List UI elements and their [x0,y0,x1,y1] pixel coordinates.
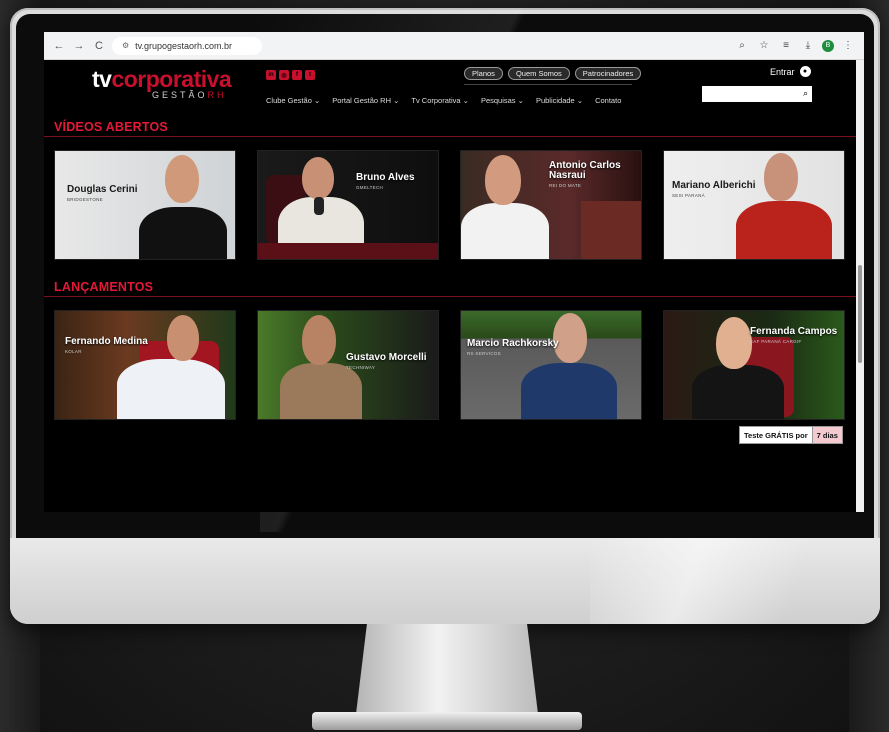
free-trial-badge[interactable]: Teste GRÁTIS por 7 dias [739,426,843,444]
logo-text-tv: tv [92,66,112,92]
video-card-mariano-alberichi[interactable]: Mariano Alberichi SESI PARANÁ [663,150,845,260]
video-presenter-company: EAF PARANÁ CARGIF [750,339,802,344]
video-card-antonio-carlos-nasraui[interactable]: Antonio Carlos Nasraui REI DO MATE [460,150,642,260]
menu-portal-gestao-rh[interactable]: Portal Gestão RH ⌄ [332,96,399,105]
video-presenter-name: Gustavo Morcelli [346,352,427,363]
bookmark-star-icon[interactable]: ☆ [756,40,772,51]
menu-publicidade[interactable]: Publicidade ⌄ [536,96,583,105]
browser-menu-icon[interactable]: ⋮ [840,40,856,51]
site-header: tvcorporativa GESTÃORH in ◎ f t Planos Q… [44,60,864,114]
browser-screen: ← → C ⚙ tv.grupogestaorh.com.br ⌕ ☆ ≡ ⤓ … [44,32,864,512]
video-presenter-name: Bruno Alves [356,172,415,183]
logo-subtitle-rh: RH [207,90,227,100]
profile-avatar[interactable]: B [822,39,834,52]
zoom-icon[interactable]: ⌕ [734,40,750,51]
video-presenter-name: Mariano Alberichi [672,180,756,191]
video-presenter-company: GMELTECH [356,185,384,190]
menu-pesquisas[interactable]: Pesquisas ⌄ [481,96,524,105]
monitor-stand [356,624,538,714]
main-menu: Clube Gestão ⌄ Portal Gestão RH ⌄ Tv Cor… [266,96,621,105]
patrocinadores-link[interactable]: Patrocinadores [574,67,642,80]
free-trial-label: Teste GRÁTIS por [744,430,808,440]
forward-icon[interactable]: → [72,40,86,52]
search-input[interactable]: ⌕ [702,86,812,102]
open-videos-rule [44,136,856,137]
video-card-fernando-medina[interactable]: Fernando Medina KOLAR [54,310,236,420]
quem-somos-link[interactable]: Quem Somos [507,67,570,80]
social-links: in ◎ f t [266,70,315,80]
chin-reflection [590,538,880,624]
free-trial-days: 7 dias [811,427,842,443]
menu-tv-corporativa[interactable]: Tv Corporativa ⌄ [411,96,469,105]
address-bar-url: tv.grupogestaorh.com.br [135,40,233,51]
monitor-stand-base [312,712,582,730]
linkedin-icon[interactable]: in [266,70,276,80]
instagram-icon[interactable]: ◎ [279,70,289,80]
top-links: Planos Quem Somos Patrocinadores [464,67,642,80]
menu-contato[interactable]: Contato [595,96,621,105]
user-icon: ● [799,66,811,77]
reload-icon[interactable]: C [92,40,106,52]
video-card-marcio-rachkorsky[interactable]: Marcio Rachkorsky RS SERVICOS [460,310,642,420]
browser-toolbar: ← → C ⚙ tv.grupogestaorh.com.br ⌕ ☆ ≡ ⤓ … [44,32,864,60]
video-presenter-name: Fernanda Campos [750,326,838,337]
video-presenter-company: REI DO MATE [549,183,582,188]
logo-subtitle-gestao: GESTÃO [152,90,208,100]
login-button[interactable]: Entrar ● [770,66,811,77]
video-card-gustavo-morcelli[interactable]: Gustavo Morcelli TECHNIWAY [257,310,439,420]
planos-link[interactable]: Planos [464,67,503,80]
releases-title: LANÇAMENTOS [54,280,154,294]
video-presenter-name: Marcio Rachkorsky [467,338,559,349]
extensions-icon[interactable]: ≡ [778,40,794,51]
download-icon[interactable]: ⤓ [800,40,816,51]
open-videos-title: VÍDEOS ABERTOS [54,120,168,134]
video-card-fernanda-campos[interactable]: Fernanda Campos EAF PARANÁ CARGIF [663,310,845,420]
site-info-icon[interactable]: ⚙ [122,41,129,50]
site-logo[interactable]: tvcorporativa [92,66,232,92]
header-divider [464,84,632,85]
logo-text-corporativa: corporativa [111,66,232,92]
video-presenter-company: BRIDGESTONE [67,197,103,202]
scrollbar-thumb[interactable] [858,265,862,363]
video-presenter-company: TECHNIWAY [346,365,376,370]
facebook-icon[interactable]: f [292,70,302,80]
address-bar[interactable]: ⚙ tv.grupogestaorh.com.br [112,36,262,55]
logo-subtitle: GESTÃORH [152,90,227,100]
login-label: Entrar [770,66,795,77]
video-presenter-company: SESI PARANÁ [672,193,705,198]
twitter-icon[interactable]: t [305,70,315,80]
video-card-douglas-cerini[interactable]: Douglas Cerini BRIDGESTONE [54,150,236,260]
back-icon[interactable]: ← [52,40,66,52]
video-presenter-company: KOLAR [65,349,82,354]
video-presenter-name: Antonio Carlos Nasraui [549,160,621,181]
video-presenter-name: Fernando Medina [65,336,148,347]
video-card-bruno-alves[interactable]: Bruno Alves GMELTECH [257,150,439,260]
page-scrollbar[interactable] [856,60,864,512]
releases-rule [44,296,856,297]
video-presenter-name: Douglas Cerini [67,184,138,195]
search-icon[interactable]: ⌕ [803,88,808,99]
video-presenter-company: RS SERVICOS [467,351,501,356]
menu-clube-gestao[interactable]: Clube Gestão ⌄ [266,96,320,105]
